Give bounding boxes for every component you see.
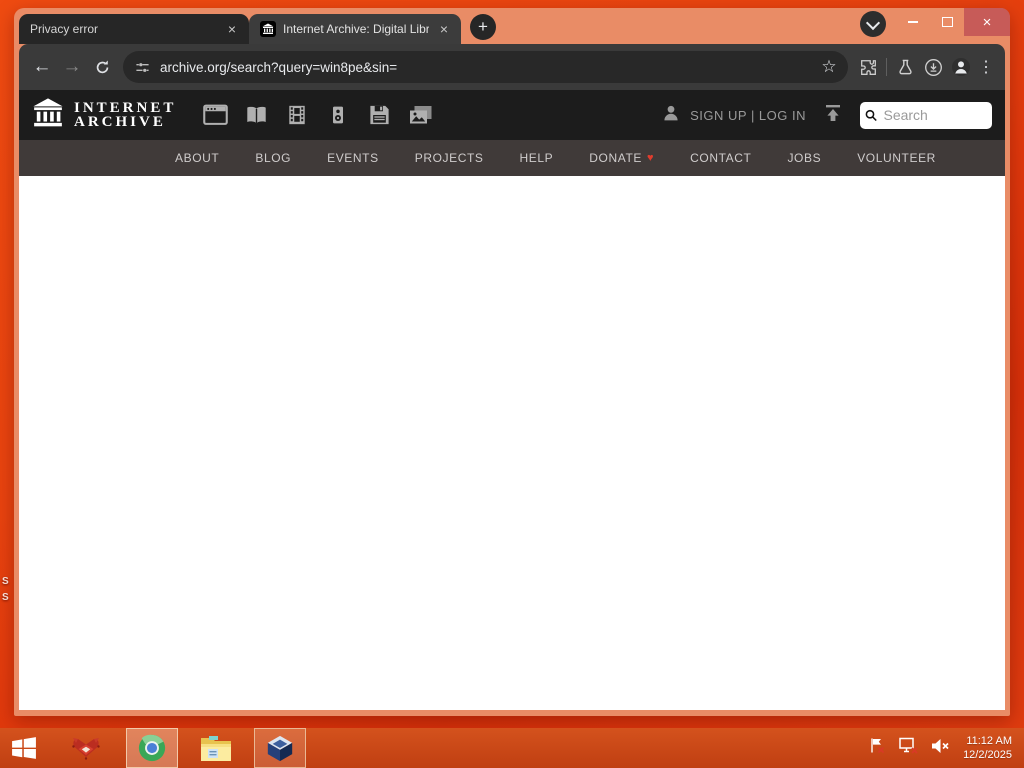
action-center-flag-icon[interactable] <box>869 737 886 759</box>
internet-archive-logo-icon[interactable] <box>32 97 64 134</box>
reload-icon <box>96 60 108 73</box>
desktop-icon-label-partial: S <box>2 576 9 587</box>
chromium-icon <box>138 734 166 762</box>
chevron-down-icon <box>865 15 881 30</box>
avatar-icon <box>952 58 970 76</box>
close-window-button[interactable]: × <box>964 8 1010 36</box>
site-info-icon[interactable] <box>135 60 150 75</box>
close-tab-icon[interactable]: × <box>223 20 241 38</box>
taskbar-virtualbox-button[interactable] <box>254 728 306 768</box>
profile-button[interactable] <box>947 52 975 82</box>
images-icon[interactable] <box>407 103 433 127</box>
back-button[interactable]: ← <box>27 52 57 82</box>
search-input[interactable] <box>881 106 987 124</box>
upload-icon[interactable] <box>823 103 843 128</box>
labs-button[interactable] <box>891 52 919 82</box>
windows-logo-icon <box>12 737 36 759</box>
site-search[interactable] <box>860 101 992 129</box>
nav-about[interactable]: ABOUT <box>157 151 237 165</box>
clock-date: 12/2/2025 <box>963 749 1012 761</box>
blank-page-body <box>19 176 1005 710</box>
browser-window: Privacy error × Internet Archive: Digita… <box>14 8 1010 716</box>
flask-icon <box>898 59 912 74</box>
nav-blog[interactable]: BLOG <box>237 151 309 165</box>
close-tab-icon[interactable]: × <box>435 20 453 38</box>
volume-muted-icon[interactable] <box>931 738 950 759</box>
taskbar-chromium-button[interactable] <box>126 728 178 768</box>
signup-login-link[interactable]: SIGN UP | LOG IN <box>690 108 806 123</box>
minimize-icon <box>908 21 918 23</box>
person-icon <box>661 103 681 128</box>
internet-archive-header: INTERNET ARCHIVE SIGN UP | LOG IN Search <box>19 90 1005 140</box>
virtualbox-icon <box>267 735 293 761</box>
search-icon <box>865 109 877 121</box>
heart-icon: ♥ <box>647 152 655 164</box>
browser-toolbar: ← → archive.org/search?query=win8pe&sin=… <box>19 44 1005 90</box>
nav-projects[interactable]: PROJECTS <box>397 151 502 165</box>
forward-button[interactable]: → <box>57 52 87 82</box>
nav-help[interactable]: HELP <box>502 151 572 165</box>
nav-donate[interactable]: DONATE ♥ <box>571 151 672 165</box>
nav-events[interactable]: EVENTS <box>309 151 397 165</box>
desktop-icon-label-partial: S <box>2 592 9 603</box>
puzzle-icon <box>860 59 876 75</box>
media-type-icons <box>202 103 433 127</box>
tab-privacy-error[interactable]: Privacy error × <box>19 14 249 44</box>
red-app-icon <box>72 738 100 760</box>
download-icon <box>924 58 942 76</box>
tab-title: Internet Archive: Digital Library <box>283 22 429 36</box>
downloads-button[interactable] <box>919 52 947 82</box>
start-button[interactable] <box>0 728 48 768</box>
tab-title: Privacy error <box>30 22 99 36</box>
software-icon[interactable] <box>366 103 392 127</box>
address-bar[interactable]: archive.org/search?query=win8pe&sin= ☆ <box>123 51 848 83</box>
page-content: INTERNET ARCHIVE SIGN UP | LOG IN Search… <box>19 90 1005 710</box>
minimize-button[interactable] <box>896 8 930 36</box>
maximize-icon <box>941 17 953 27</box>
audio-icon[interactable] <box>325 103 351 127</box>
taskbar-clock[interactable]: 11:12 AM 12/2/2025 <box>963 734 1012 762</box>
tab-strip: Privacy error × Internet Archive: Digita… <box>19 8 1010 44</box>
internet-archive-favicon <box>260 21 276 37</box>
toolbar-divider <box>886 58 887 76</box>
menu-button[interactable]: ⋮ <box>975 57 997 77</box>
maximize-button[interactable] <box>930 8 964 36</box>
nav-jobs[interactable]: JOBS <box>769 151 839 165</box>
taskbar-file-explorer-button[interactable] <box>190 728 242 768</box>
extensions-button[interactable] <box>854 52 882 82</box>
clock-time: 11:12 AM <box>966 735 1012 747</box>
taskbar-red-app-button[interactable] <box>60 728 112 768</box>
taskbar: 11:12 AM 12/2/2025 <box>0 728 1024 768</box>
network-disconnected-icon[interactable] <box>899 737 918 759</box>
internet-archive-nav: ABOUT BLOG EVENTS PROJECTS HELP DONATE ♥ … <box>19 140 1005 176</box>
new-tab-button[interactable]: + <box>470 14 496 40</box>
bookmark-star-icon[interactable]: ☆ <box>816 57 842 77</box>
video-icon[interactable] <box>284 103 310 127</box>
nav-contact[interactable]: CONTACT <box>672 151 769 165</box>
nav-volunteer[interactable]: VOLUNTEER <box>839 151 954 165</box>
tab-internet-archive[interactable]: Internet Archive: Digital Library × <box>249 14 461 44</box>
tab-search-button[interactable] <box>860 11 886 37</box>
web-icon[interactable] <box>202 103 228 127</box>
file-explorer-icon <box>201 735 231 761</box>
url-text[interactable]: archive.org/search?query=win8pe&sin= <box>160 60 816 75</box>
internet-archive-wordmark[interactable]: INTERNET ARCHIVE <box>74 101 176 130</box>
reload-button[interactable] <box>87 52 117 82</box>
system-tray: 11:12 AM 12/2/2025 <box>869 728 1024 768</box>
texts-icon[interactable] <box>243 103 269 127</box>
